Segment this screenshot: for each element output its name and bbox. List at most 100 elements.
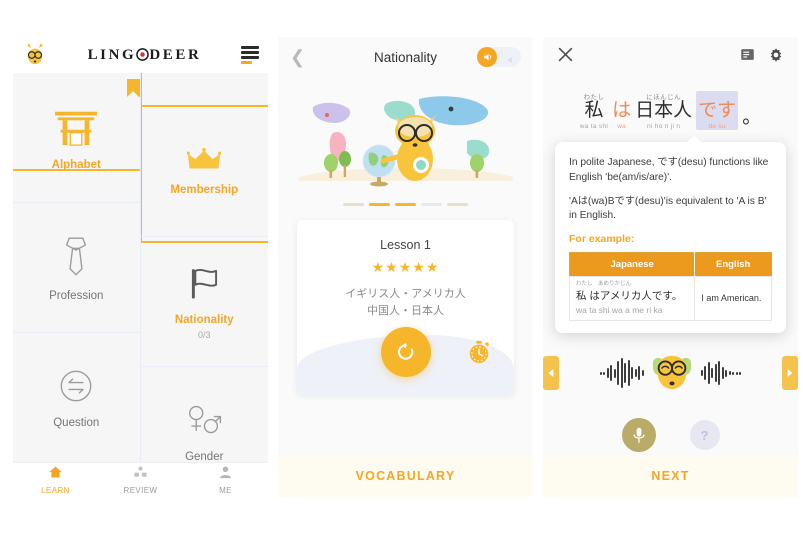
sentence-token[interactable]: は wa (612, 91, 631, 130)
tile-membership[interactable]: Membership (140, 107, 268, 237)
speaker-icon (477, 47, 497, 67)
tile-question[interactable]: Question (13, 333, 141, 462)
deer-with-globe-and-world-map (298, 96, 513, 187)
cell-furigana: わたし あめりかじん (576, 281, 632, 288)
sound-toggle[interactable] (477, 47, 521, 67)
tooltip-example-label: For example: (569, 233, 635, 246)
lesson-card[interactable]: Lesson 1 ★★★★★ イギリス人・アメリカ人 中国人・日本人 (297, 220, 514, 395)
home-lesson-grid: Alphabet Membership Profession Nationali… (13, 73, 268, 462)
lesson-card-top: Lesson 1 ★★★★★ イギリス人・アメリカ人 中国人・日本人 (297, 220, 514, 320)
crown-icon (186, 147, 222, 177)
token-romaji: wa ta shi (579, 122, 609, 130)
arrow-left-icon (548, 369, 554, 377)
replay-button[interactable] (380, 327, 431, 377)
table-cell-japanese: わたし あめりかじん 私 はアメリカ人です。 wa ta shi wa a me… (568, 276, 696, 321)
segment (421, 203, 442, 206)
necktie-icon (59, 234, 93, 283)
audio-waveform[interactable] (559, 353, 782, 393)
tile-progress: 0/3 (197, 329, 211, 340)
next-button[interactable]: NEXT (543, 455, 798, 497)
sentence-token[interactable]: にほんじん 日本人 ni ho n ji n (635, 91, 692, 130)
tile-label: Profession (49, 289, 104, 302)
tile-label: Question (53, 416, 100, 429)
sentence-token-selected[interactable]: です de su (696, 91, 739, 130)
phone-panel-home: LING DEER Alphabet Membership Profession… (13, 37, 268, 497)
close-x-icon[interactable] (557, 46, 574, 68)
gear-icon[interactable] (768, 47, 784, 68)
lesson-card-title: Lesson 1 (380, 238, 431, 252)
nav-label: REVIEW (123, 486, 158, 495)
hamburger-menu-icon[interactable] (240, 46, 259, 64)
torii-gate-icon (51, 105, 101, 152)
chevron-left-icon[interactable]: ❮ (290, 48, 305, 66)
sentence-token: 。 (742, 98, 761, 130)
sentence-token[interactable]: わたし 私 wa ta shi (580, 91, 608, 130)
table-cell-english: I am American. (694, 276, 772, 321)
segment (395, 203, 416, 206)
person-icon (218, 465, 233, 484)
tooltip-paragraph-2: 'Aは(wa)Bです(desu)'is equivalent to 'A is … (569, 195, 767, 222)
tile-profession[interactable]: Profession (13, 203, 141, 333)
practice-header (543, 37, 798, 77)
microphone-icon (633, 427, 644, 443)
deer-with-headphones-icon (645, 350, 699, 397)
replay-circle-icon (397, 342, 413, 360)
vocab-line-1: イギリス人・アメリカ人 (345, 288, 466, 300)
token-text: は (612, 100, 632, 121)
tooltip-paragraph-1: In polite Japanese, です(desu) functions l… (569, 157, 769, 183)
arrow-right-icon (787, 369, 793, 377)
tile-grid: Alphabet Membership Profession Nationali… (13, 73, 268, 462)
gender-symbols-icon (185, 401, 223, 444)
nav-item-review[interactable]: REVIEW (98, 465, 183, 495)
tile-label: Membership (170, 183, 239, 196)
tile-gender[interactable]: Gender (141, 367, 269, 462)
lesson-star-rating: ★★★★★ (371, 259, 440, 275)
phone-panel-lesson: ❮ Nationality Lesson 1 ★★★★★ イギリス人・アメリカ人… (278, 37, 533, 497)
nav-item-me[interactable]: ME (183, 465, 268, 495)
lesson-vocab-preview: イギリス人・アメリカ人 中国人・日本人 (297, 286, 514, 320)
notes-icon[interactable] (740, 47, 755, 67)
next-label: NEXT (651, 469, 690, 483)
prev-audio-button[interactable] (543, 356, 559, 390)
vocabulary-button[interactable]: VOCABULARY (278, 455, 533, 497)
exchange-arrows-icon (57, 367, 95, 410)
speaker-off-icon (506, 52, 516, 64)
token-furigana: わたし (583, 94, 605, 101)
audio-player-row (543, 347, 798, 399)
microphone-button[interactable] (621, 418, 656, 452)
nav-item-learn[interactable]: LEARN (13, 465, 98, 495)
question-mark-icon: ? (700, 427, 709, 443)
stopwatch-icon (469, 340, 490, 364)
bottom-navigation: LEARN REVIEW ME (13, 462, 268, 497)
nav-label: LEARN (41, 486, 70, 495)
flag-icon (185, 264, 223, 307)
tile-nationality[interactable]: Nationality 0/3 (140, 237, 268, 367)
segment (343, 203, 364, 206)
progress-segments (278, 203, 533, 206)
tile-alphabet[interactable]: Alphabet (13, 73, 141, 203)
segment (447, 203, 468, 206)
brand-title: LING DEER (88, 47, 202, 64)
next-audio-button[interactable] (782, 356, 798, 390)
segment-current (369, 203, 390, 206)
tile-label: Gender (185, 450, 224, 463)
tile-label: Alphabet (51, 158, 101, 171)
practice-sentence: わたし 私 wa ta shi は wa にほんじん 日本人 ni ho n j… (543, 91, 798, 130)
token-text: 日本人 (635, 100, 693, 121)
tile-label: Nationality (174, 313, 234, 326)
segment-row (278, 203, 533, 206)
timer-button[interactable] (466, 339, 492, 365)
brand-prefix: LING (87, 46, 137, 63)
phone-panel-practice: わたし 私 wa ta shi は wa にほんじん 日本人 ni ho n j… (543, 37, 798, 497)
token-text: 私 (584, 100, 604, 121)
cell-japanese-text: 私 はアメリカ人です。 (576, 289, 683, 302)
practice-header-actions (740, 47, 784, 68)
token-romaji: wa (617, 122, 627, 130)
deer-logo-icon (22, 42, 48, 68)
nav-label: ME (219, 486, 232, 495)
token-romaji: ni ho n ji n (647, 122, 681, 130)
help-button[interactable]: ? (689, 420, 720, 450)
token-furigana: にほんじん (646, 94, 682, 101)
lesson-header: ❮ Nationality (278, 37, 533, 77)
token-romaji: de su (708, 122, 726, 130)
